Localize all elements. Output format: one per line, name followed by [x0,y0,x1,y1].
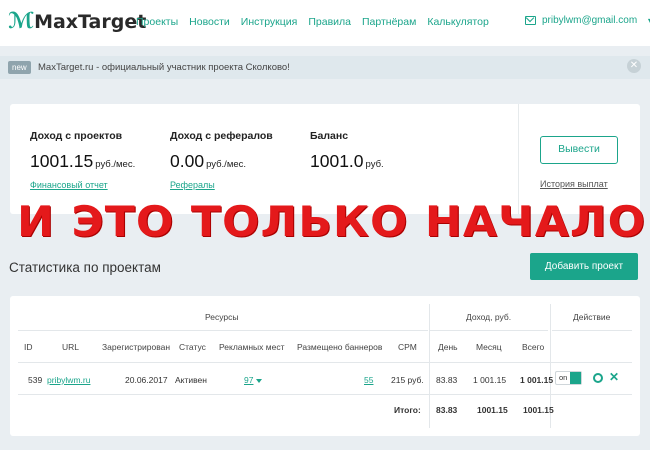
financial-report-link[interactable]: Финансовый отчет [30,180,135,190]
col-month: Месяц [476,342,502,352]
col-status: Статус [179,342,206,352]
projects-income-value: 1001.15 [30,151,94,171]
divider [18,362,632,363]
delete-icon[interactable]: ✕ [609,370,619,384]
referrals-link[interactable]: Рефералы [170,180,273,190]
cell-total: 1 001.15 [520,375,554,385]
nav-calculator[interactable]: Калькулятор [427,16,488,28]
totals-month: 1001.15 [477,405,508,415]
nav-rules[interactable]: Правила [308,16,351,28]
mail-icon [525,16,536,25]
notice-text: MaxTarget.ru - официальный участник прое… [38,62,290,73]
toggle-label: on [559,373,568,382]
referrals-income: Доход с рефералов 0.00 руб./мес. Рефералы [170,130,273,190]
close-icon[interactable]: ✕ [627,59,641,73]
totals-day: 83.83 [436,405,458,415]
withdraw-button[interactable]: Вывести [540,136,618,164]
section-title: Статистика по проектам [9,260,161,275]
referrals-income-unit: руб./мес. [206,159,247,170]
main-nav: Проекты Новости Инструкция Правила Партн… [136,16,489,28]
col-id: ID [24,342,33,352]
totals-label: Итого: [394,405,421,415]
col-cpm: CPM [398,342,417,352]
balance: Баланс 1001.0 руб. [310,130,384,172]
projects-income-unit: руб./мес. [95,159,136,170]
cell-cpm: 215 руб. [391,375,424,385]
chevron-down-icon: ▼ [646,16,650,26]
balance-label: Баланс [310,130,349,142]
caret-down-icon [256,378,263,383]
top-bar: ℳMaxTarget Проекты Новости Инструкция Пр… [0,0,650,46]
divider [18,330,428,331]
cell-id: 539 [28,375,43,385]
col-banners: Размещено баннеров [297,342,383,352]
new-badge: new [8,61,31,74]
col-day: День [438,342,458,352]
project-toggle[interactable]: on [555,371,582,385]
notice-bar: new MaxTarget.ru - официальный участник … [0,56,650,79]
logo[interactable]: ℳMaxTarget [8,9,146,34]
referrals-income-value: 0.00 [170,151,205,171]
add-project-button[interactable]: Добавить проект [530,253,638,280]
divider [18,394,632,395]
balance-value: 1001.0 [310,151,364,171]
project-url-link[interactable]: pribylwm.ru [47,375,90,385]
projects-table: Ресурсы Доход, руб. Действие ID URL Заре… [10,296,640,436]
col-total: Всего [522,342,545,352]
referrals-income-label: Доход с рефералов [170,130,273,142]
col-url: URL [62,342,80,352]
projects-income-label: Доход с проектов [30,130,123,142]
nav-projects[interactable]: Проекты [136,16,178,28]
settings-gear-icon[interactable] [593,373,603,383]
nav-news[interactable]: Новости [189,16,230,28]
balance-unit: руб. [365,159,384,170]
projects-income: Доход с проектов 1001.15 руб./мес. Финанс… [30,130,135,190]
toggle-knob [570,372,581,384]
cell-registered: 20.06.2017 [125,375,168,385]
cell-month: 1 001.15 [473,375,507,385]
account-email: pribylwm@gmail.com [542,15,638,26]
totals-total: 1001.15 [523,405,554,415]
overlay-slogan: И ЭТО ТОЛЬКО НАЧАЛО! [17,197,650,246]
ad-places-dropdown[interactable]: 97 [244,375,263,385]
divider [552,330,632,331]
group-header-income: Доход, руб. [466,312,512,322]
cell-status: Активен [175,375,207,385]
divider [430,330,548,331]
col-registered: Зарегистрирован [102,342,171,352]
account-menu[interactable]: pribylwm@gmail.com ▼ [525,15,650,26]
logo-icon: ℳ [8,9,35,34]
divider [429,304,430,428]
nav-instructions[interactable]: Инструкция [241,16,298,28]
cell-day: 83.83 [436,375,458,385]
group-header-action: Действие [573,312,611,322]
group-header-resources: Ресурсы [205,312,239,322]
nav-partners[interactable]: Партнёрам [362,16,416,28]
col-ad-places: Рекламных мест [219,342,285,352]
banners-link[interactable]: 55 [364,375,373,385]
payout-history-link[interactable]: История выплат [540,179,608,189]
